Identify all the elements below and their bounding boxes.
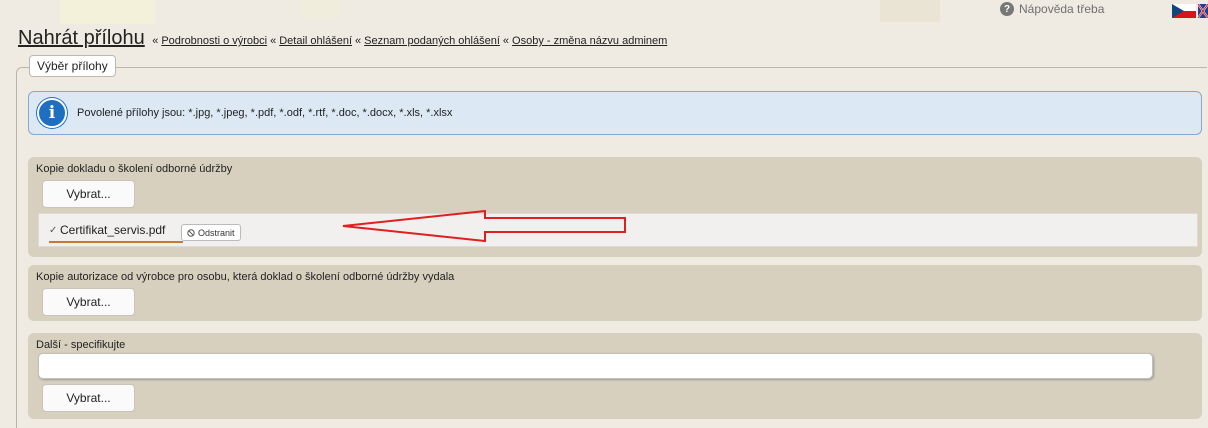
breadcrumb-separator: « bbox=[270, 35, 277, 47]
help-label: Nápověda třeba bbox=[1019, 2, 1105, 16]
info-box: i Povolené přílohy jsou: *.jpg, *.jpeg, … bbox=[28, 91, 1202, 135]
attachment-section: Kopie autorizace od výrobce pro osobu, k… bbox=[28, 265, 1202, 321]
select-file-button[interactable]: Vybrat... bbox=[42, 384, 135, 412]
info-icon: i bbox=[37, 98, 67, 128]
breadcrumb-link[interactable]: Podrobnosti o výrobci bbox=[161, 35, 267, 47]
file-name-underline bbox=[49, 241, 183, 243]
uploaded-file-row: ✓ Certifikat_servis.pdf Odstranit bbox=[38, 213, 1198, 247]
allowed-types-text: Povolené přílohy jsou: *.jpg, *.jpeg, *.… bbox=[77, 107, 453, 119]
select-file-button[interactable]: Vybrat... bbox=[42, 180, 135, 208]
page-title[interactable]: Nahrát přílohu bbox=[18, 27, 145, 49]
remove-file-label: Odstranit bbox=[198, 227, 235, 238]
uploaded-file-name[interactable]: Certifikat_servis.pdf bbox=[60, 223, 165, 237]
breadcrumb-separator: « bbox=[152, 35, 159, 47]
section-label: Kopie dokladu o školení odborné údržby bbox=[36, 163, 233, 175]
ban-icon bbox=[187, 228, 195, 237]
tab-vyber-prilohy[interactable]: Výběr přílohy bbox=[29, 55, 116, 77]
attachment-section: Další - specifikujte Vybrat... bbox=[28, 333, 1202, 419]
check-icon: ✓ bbox=[49, 225, 58, 236]
breadcrumb-link[interactable]: Detail ohlášení bbox=[279, 35, 352, 47]
select-file-button[interactable]: Vybrat... bbox=[42, 288, 135, 316]
section-label: Další - specifikujte bbox=[36, 339, 126, 351]
breadcrumb: Nahrát přílohu «Podrobnosti o výrobci «De… bbox=[18, 27, 667, 50]
breadcrumb-link[interactable]: Osoby - změna názvu adminem bbox=[512, 35, 667, 47]
czech-flag-icon[interactable] bbox=[1172, 4, 1208, 18]
question-icon: ? bbox=[1000, 2, 1014, 16]
breadcrumb-link[interactable]: Seznam podaných ohlášení bbox=[364, 35, 500, 47]
specify-input[interactable] bbox=[38, 353, 1153, 379]
breadcrumb-separator: « bbox=[355, 35, 362, 47]
help-link[interactable]: ? Nápověda třeba bbox=[1000, 2, 1104, 16]
remove-file-button[interactable]: Odstranit bbox=[181, 224, 241, 241]
section-label: Kopie autorizace od výrobce pro osobu, k… bbox=[36, 271, 455, 283]
breadcrumb-separator: « bbox=[502, 35, 510, 47]
attachment-section: Kopie dokladu o školení odborné údržby V… bbox=[28, 157, 1202, 257]
